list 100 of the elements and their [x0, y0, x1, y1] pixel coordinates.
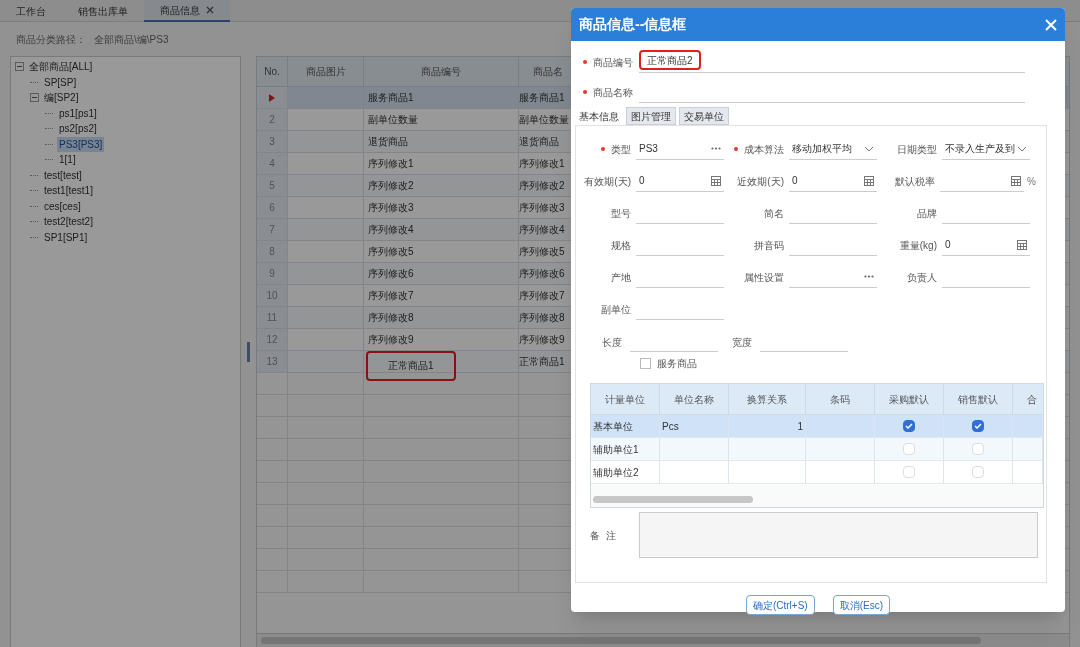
- table-cell-text: 序列修改2: [367, 179, 415, 193]
- tree-item[interactable]: test[test]: [42, 167, 84, 183]
- row-header[interactable]: [257, 87, 288, 108]
- dialog-button[interactable]: 取消(Esc): [832, 595, 891, 615]
- table-cell-text: 辅助单位1: [593, 442, 639, 457]
- path-value: 全部商品\编\PS3: [94, 32, 169, 47]
- table-cell-text: 序列修改4: [519, 223, 565, 237]
- row-number: 2: [269, 113, 275, 127]
- input-field[interactable]: 0: [942, 234, 1030, 256]
- unit-label: %: [1027, 174, 1036, 189]
- row-number: 11: [266, 311, 278, 325]
- row-number: 12: [266, 333, 278, 347]
- more-icon[interactable]: [864, 275, 874, 278]
- dialog-title: 商品信息--信息框: [579, 15, 687, 34]
- dialog-button[interactable]: 确定(Ctrl+S): [745, 595, 815, 615]
- collapse-icon[interactable]: [15, 62, 24, 72]
- field-label: 型号: [611, 206, 631, 221]
- table-cell-text: 副单位数量: [367, 113, 419, 127]
- field-label: 日期类型: [897, 142, 937, 157]
- field-label: 长度: [602, 335, 623, 350]
- close-icon[interactable]: [206, 6, 214, 14]
- tab[interactable]: 交易单位: [679, 107, 729, 125]
- tree-item[interactable]: ps1[ps1]: [57, 105, 99, 121]
- table-cell-text: 序列修改1: [367, 157, 415, 171]
- row-number: 7: [269, 223, 275, 237]
- field-label: 产地: [611, 270, 631, 285]
- calculator-icon[interactable]: [864, 175, 874, 186]
- column-header: 换算关系: [729, 384, 806, 414]
- row-number: 3: [269, 135, 275, 149]
- tab[interactable]: 商品信息: [144, 0, 230, 22]
- row-number: 10: [266, 289, 278, 303]
- tree-item[interactable]: test1[test1]: [42, 183, 95, 199]
- column-header: 条码: [806, 384, 875, 414]
- row-number: 8: [269, 245, 275, 259]
- column-header: 销售默认: [944, 384, 1013, 414]
- tree-item[interactable]: SP1[SP1]: [42, 229, 90, 245]
- table-cell-text: 1: [797, 419, 803, 434]
- table-cell-text: 副单位数量: [519, 113, 569, 127]
- tree-item[interactable]: 全部商品[ALL]: [27, 59, 95, 75]
- input-field[interactable]: PS3: [636, 138, 724, 160]
- tree-item[interactable]: ps2[ps2]: [57, 121, 99, 137]
- table-cell-text: 序列修改7: [367, 289, 415, 303]
- table-cell-text: 序列修改6: [519, 267, 565, 281]
- field-label: 负责人: [907, 270, 937, 285]
- table-cell: 正常商品1: [366, 350, 456, 381]
- tree-item[interactable]: 1[1]: [57, 152, 78, 168]
- table-row[interactable]: 基本单位 Pcs 1: [591, 415, 1043, 438]
- column-header: 合: [1026, 392, 1038, 407]
- checkbox[interactable]: [640, 358, 651, 369]
- table-cell-text: 序列修改1: [519, 157, 565, 171]
- splitter-handle[interactable]: [247, 342, 250, 362]
- calculator-icon[interactable]: [711, 175, 721, 186]
- column-header: No.: [257, 57, 288, 86]
- field-label: 默认税率: [894, 174, 935, 189]
- field-label: 宽度: [732, 335, 753, 350]
- table-cell-text: 序列修改8: [367, 311, 415, 325]
- row-number: 6: [269, 201, 275, 215]
- table-cell-text: 序列修改3: [519, 201, 565, 215]
- input-field[interactable]: 正常商品2: [639, 50, 701, 70]
- path-label: 商品分类路径：: [16, 32, 86, 47]
- horizontal-scrollbar[interactable]: [261, 637, 981, 644]
- chevron-down-icon[interactable]: [1017, 145, 1027, 152]
- field-label: 副单位: [601, 302, 631, 317]
- more-icon[interactable]: [711, 147, 721, 150]
- table-cell-text: 序列修改8: [519, 311, 565, 325]
- field-label: 商品编号: [583, 54, 637, 70]
- row-number: 13: [266, 355, 278, 369]
- table-cell-text: 服务商品1: [367, 91, 415, 105]
- field-label: 简名: [764, 206, 784, 221]
- table-cell-text: 序列修改9: [519, 333, 565, 347]
- column-header: 采购默认: [875, 384, 944, 414]
- calculator-icon[interactable]: [1017, 239, 1027, 250]
- input-field[interactable]: 移动加权平均: [789, 138, 877, 160]
- table-cell-text: 基本单位: [593, 419, 633, 434]
- tree-item[interactable]: SP[SP]: [42, 74, 79, 90]
- tab[interactable]: 销售出库单: [62, 0, 144, 22]
- checkbox[interactable]: [972, 420, 984, 432]
- input-field[interactable]: 不录入生产及到: [942, 138, 1030, 160]
- calculator-icon[interactable]: [1011, 175, 1022, 186]
- tab[interactable]: 图片管理: [626, 107, 676, 125]
- tab[interactable]: 工作台: [0, 0, 62, 22]
- checkbox[interactable]: [903, 420, 915, 432]
- collapse-icon[interactable]: [30, 93, 39, 103]
- field-label: 商品名称: [583, 84, 637, 100]
- column-header: 商品编号: [364, 57, 519, 86]
- tree-item[interactable]: PS3[PS3]: [57, 136, 105, 152]
- column-header: 计量单位: [591, 384, 660, 414]
- table-cell-text: 辅助单位2: [593, 465, 639, 480]
- tree-item[interactable]: ces[ces]: [42, 198, 83, 214]
- chevron-down-icon[interactable]: [864, 145, 874, 152]
- input-field[interactable]: 0: [636, 170, 724, 192]
- table-cell-text: 序列修改9: [367, 333, 415, 347]
- remark-field[interactable]: [638, 512, 1038, 558]
- horizontal-scrollbar[interactable]: [593, 495, 753, 503]
- field-label: 类型: [601, 141, 631, 157]
- input-field[interactable]: 0: [789, 170, 877, 192]
- table-cell-text: 序列修改6: [367, 267, 415, 281]
- tree-item[interactable]: 编[SP2]: [42, 90, 81, 106]
- tree-item[interactable]: test2[test2]: [42, 214, 95, 230]
- table-cell-text: 序列修改3: [367, 201, 415, 215]
